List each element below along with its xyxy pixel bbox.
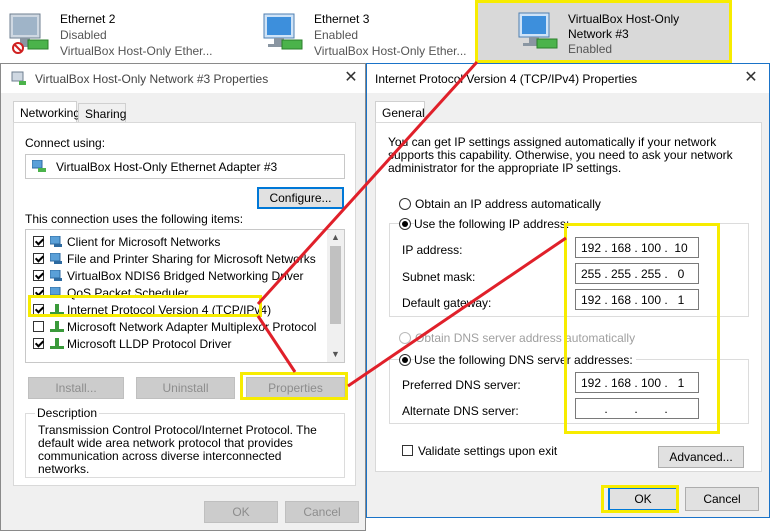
scroll-down-icon[interactable]: ▼ bbox=[327, 347, 344, 361]
list-scrollbar[interactable]: ▲ ▼ bbox=[327, 230, 344, 362]
network-service-icon bbox=[50, 270, 62, 281]
list-item[interactable]: Microsoft LLDP Protocol Driver bbox=[26, 335, 326, 352]
cancel-label: Cancel bbox=[703, 492, 741, 506]
highlight-adapter bbox=[475, 0, 732, 63]
tab-label: General bbox=[382, 106, 425, 120]
alternate-dns-label: Alternate DNS server: bbox=[402, 404, 519, 418]
item-checkbox[interactable] bbox=[33, 236, 44, 247]
adapter-status: Enabled bbox=[314, 28, 359, 42]
tab-label: Networking bbox=[20, 106, 81, 120]
adapter-name: Ethernet 3 bbox=[314, 12, 370, 26]
highlight-ok-button bbox=[601, 485, 679, 513]
validate-checkbox[interactable] bbox=[402, 445, 413, 456]
advanced-button[interactable]: Advanced... bbox=[658, 446, 744, 468]
highlight-ip-fields bbox=[564, 223, 720, 434]
uninstall-label: Uninstall bbox=[162, 381, 209, 395]
scroll-up-icon[interactable]: ▲ bbox=[327, 230, 344, 244]
item-label: Microsoft LLDP Protocol Driver bbox=[67, 337, 232, 351]
uninstall-button[interactable]: Uninstall bbox=[136, 377, 235, 399]
adapter-ethernet-2[interactable]: Ethernet 2 Disabled VirtualBox Host-Only… bbox=[4, 0, 250, 62]
auto-ip-label: Obtain an IP address automatically bbox=[415, 197, 601, 211]
cancel-button[interactable]: Cancel bbox=[285, 501, 359, 523]
ok-label: OK bbox=[232, 505, 250, 519]
network-client-icon bbox=[50, 236, 62, 247]
adapter-ethernet-3[interactable]: Ethernet 3 Enabled VirtualBox Host-Only … bbox=[258, 0, 468, 62]
description-heading: Description bbox=[35, 406, 100, 420]
adapter-name-text: VirtualBox Host-Only Ethernet Adapter #3 bbox=[56, 160, 278, 174]
title-bar: Internet Protocol Version 4 (TCP/IPv4) P… bbox=[367, 64, 769, 93]
configure-label: Configure... bbox=[269, 191, 332, 205]
adapter-device: VirtualBox Host-Only Ether... bbox=[60, 44, 213, 58]
tab-general[interactable]: General bbox=[375, 101, 425, 123]
protocol-icon bbox=[50, 338, 64, 349]
default-gateway-label: Default gateway: bbox=[402, 296, 492, 310]
highlight-ipv4-item bbox=[28, 295, 262, 317]
install-label: Install... bbox=[55, 381, 97, 395]
item-checkbox[interactable] bbox=[33, 321, 44, 332]
description-group: Description Transmission Control Protoco… bbox=[25, 406, 345, 478]
tab-sharing[interactable]: Sharing bbox=[78, 103, 126, 123]
subnet-mask-label: Subnet mask: bbox=[402, 270, 476, 284]
window-title: VirtualBox Host-Only Network #3 Properti… bbox=[35, 72, 269, 86]
configure-button[interactable]: Configure... bbox=[257, 187, 344, 209]
ip-address-label: IP address: bbox=[402, 243, 463, 257]
item-checkbox[interactable] bbox=[33, 338, 44, 349]
network-adapter-icon bbox=[32, 160, 46, 172]
close-icon[interactable]: ✕ bbox=[740, 68, 762, 88]
ok-button[interactable]: OK bbox=[204, 501, 278, 523]
network-adapter-icon bbox=[9, 13, 49, 54]
adapter-name: Ethernet 2 bbox=[60, 12, 116, 26]
protocol-icon bbox=[50, 321, 64, 332]
install-button[interactable]: Install... bbox=[28, 377, 124, 399]
close-icon[interactable]: ✕ bbox=[340, 68, 362, 88]
list-item[interactable]: File and Printer Sharing for Microsoft N… bbox=[26, 250, 326, 267]
advanced-label: Advanced... bbox=[669, 450, 733, 464]
tab-label: Sharing bbox=[85, 107, 127, 121]
scroll-thumb[interactable] bbox=[330, 246, 341, 324]
adapter-device: VirtualBox Host-Only Ether... bbox=[314, 44, 467, 58]
item-label: File and Printer Sharing for Microsoft N… bbox=[67, 252, 316, 266]
description-text: Transmission Control Protocol/Internet P… bbox=[38, 423, 317, 476]
manual-ip-label: Use the following IP address: bbox=[414, 217, 573, 231]
auto-ip-radio[interactable] bbox=[399, 198, 411, 210]
title-bar: VirtualBox Host-Only Network #3 Properti… bbox=[1, 64, 365, 93]
item-label: Client for Microsoft Networks bbox=[67, 235, 221, 249]
item-label: Microsoft Network Adapter Multiplexor Pr… bbox=[67, 320, 317, 334]
item-checkbox[interactable] bbox=[33, 270, 44, 281]
adapter-status: Disabled bbox=[60, 28, 107, 42]
window-title: Internet Protocol Version 4 (TCP/IPv4) P… bbox=[375, 72, 638, 86]
network-adapter-icon bbox=[11, 71, 26, 85]
network-service-icon bbox=[50, 253, 62, 264]
adapter-name-box: VirtualBox Host-Only Ethernet Adapter #3 bbox=[25, 154, 345, 179]
list-item[interactable]: Microsoft Network Adapter Multiplexor Pr… bbox=[26, 318, 326, 335]
item-label: VirtualBox NDIS6 Bridged Networking Driv… bbox=[67, 269, 304, 283]
item-checkbox[interactable] bbox=[33, 253, 44, 264]
highlight-properties-button bbox=[240, 372, 348, 400]
list-item[interactable]: VirtualBox NDIS6 Bridged Networking Driv… bbox=[26, 267, 326, 284]
intro-text: You can get IP settings assigned automat… bbox=[388, 135, 733, 175]
cancel-button[interactable]: Cancel bbox=[685, 487, 759, 511]
network-adapter-icon bbox=[263, 13, 303, 50]
tab-networking[interactable]: Networking bbox=[13, 101, 81, 123]
connect-using-label: Connect using: bbox=[25, 136, 106, 150]
preferred-dns-label: Preferred DNS server: bbox=[402, 378, 521, 392]
list-item[interactable]: Client for Microsoft Networks bbox=[26, 233, 326, 250]
items-label: This connection uses the following items… bbox=[25, 212, 244, 226]
auto-dns-radio[interactable] bbox=[399, 332, 411, 344]
cancel-label: Cancel bbox=[303, 505, 341, 519]
manual-ip-radio[interactable] bbox=[399, 218, 411, 230]
validate-label: Validate settings upon exit bbox=[418, 444, 558, 458]
manual-dns-radio[interactable] bbox=[399, 354, 411, 366]
